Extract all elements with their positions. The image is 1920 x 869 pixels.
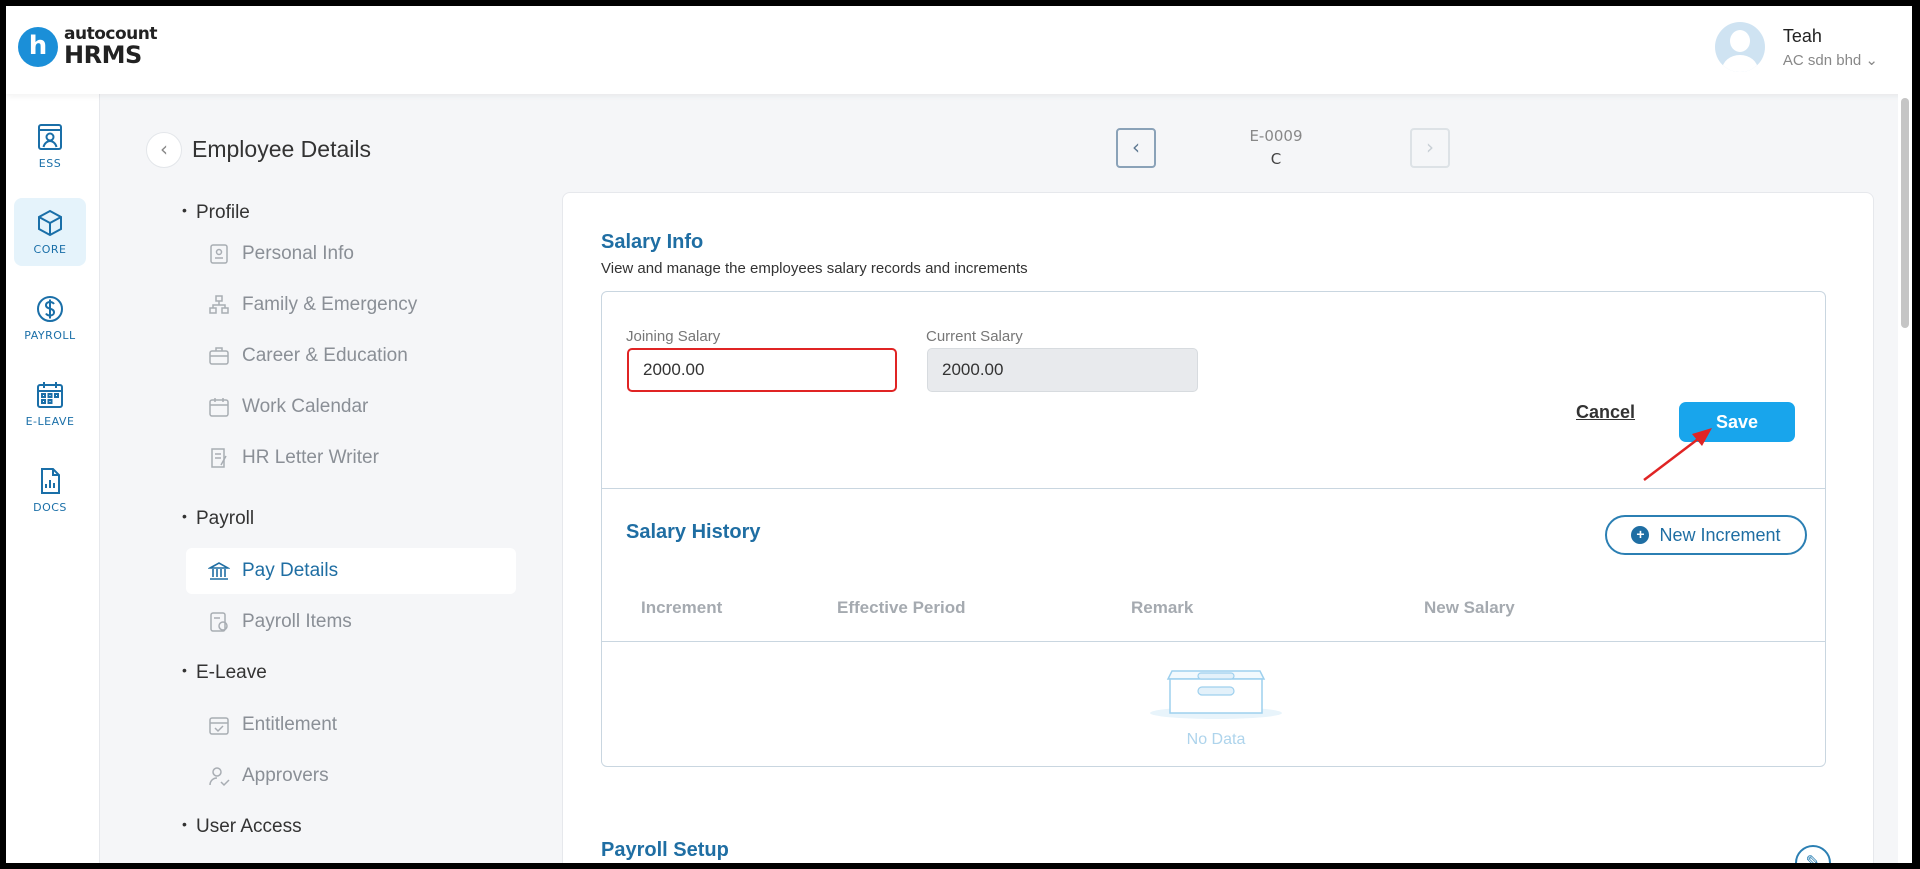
- chevron-left-icon: ‹: [1132, 135, 1140, 159]
- family-icon: [209, 295, 229, 314]
- current-salary-field: 2000.00: [927, 348, 1198, 392]
- calendar-check-icon: [209, 717, 229, 735]
- menu-section-profile: Profile: [182, 202, 250, 224]
- rail-item-ess[interactable]: ESS: [14, 112, 86, 180]
- salary-card: Salary Info View and manage the employee…: [562, 192, 1874, 863]
- chevron-left-icon: ‹: [160, 137, 168, 161]
- pencil-icon: ✎: [1805, 852, 1821, 863]
- menu-item-entitlement[interactable]: Entitlement: [186, 702, 516, 748]
- rail-item-docs[interactable]: DOCS: [14, 456, 86, 524]
- menu-item-family-emergency[interactable]: Family & Emergency: [186, 282, 516, 328]
- scrollbar-thumb[interactable]: [1901, 98, 1909, 328]
- joining-salary-label: Joining Salary: [626, 328, 721, 345]
- menu-item-label: Pay Details: [242, 560, 339, 581]
- payroll-setup-title: Payroll Setup: [601, 839, 729, 861]
- employee-code: E-0009: [1249, 127, 1303, 145]
- avatar[interactable]: [1714, 22, 1765, 72]
- menu-item-pay-details[interactable]: Pay Details: [186, 548, 516, 594]
- company-dropdown[interactable]: AC sdn bhd ⌄: [1783, 51, 1878, 69]
- rail-label: PAYROLL: [24, 329, 76, 342]
- menu-item-payroll-items[interactable]: Payroll Items: [186, 599, 516, 645]
- salary-info-title: Salary Info: [601, 231, 704, 253]
- payroll-icon: [37, 296, 63, 322]
- logo-mark: h: [18, 26, 58, 67]
- edit-payroll-setup-button[interactable]: ✎: [1795, 845, 1831, 863]
- empty-box-icon: [1150, 670, 1282, 719]
- empty-state: No Data: [1146, 661, 1286, 749]
- calendar-icon: [209, 398, 229, 417]
- scrollbar[interactable]: [1898, 6, 1912, 863]
- salary-history-title: Salary History: [626, 521, 761, 543]
- current-salary-label: Current Salary: [926, 328, 1023, 345]
- rail-item-core[interactable]: CORE: [14, 198, 86, 266]
- logo-text: autocount HRMS: [64, 26, 157, 69]
- briefcase-icon: [209, 347, 229, 365]
- menu-section-e-leave: E-Leave: [182, 662, 267, 684]
- menu-item-work-calendar[interactable]: Work Calendar: [186, 384, 516, 430]
- bank-icon: [208, 562, 230, 580]
- user-name: Teah: [1782, 25, 1822, 46]
- joining-salary-input[interactable]: 2000.00: [627, 348, 897, 392]
- rail-label: ESS: [38, 157, 62, 170]
- prev-employee-button[interactable]: ‹: [1116, 128, 1156, 168]
- calendar-icon: [37, 382, 63, 408]
- column-header-increment[interactable]: Increment: [641, 598, 722, 618]
- ess-icon: [38, 124, 62, 150]
- divider: [602, 488, 1825, 489]
- module-rail: ESS CORE PAYROLL E-LEAVE DOCS: [6, 94, 100, 863]
- menu-item-career-education[interactable]: Career & Education: [186, 333, 516, 379]
- logo[interactable]: h autocount HRMS: [18, 26, 157, 67]
- table-header-divider: [602, 641, 1825, 642]
- menu-item-label: Family & Emergency: [242, 294, 418, 315]
- docs-icon: [41, 468, 60, 494]
- user-check-icon: [209, 767, 230, 787]
- menu-item-personal-info[interactable]: Personal Info: [186, 231, 516, 277]
- id-card-icon: [210, 244, 228, 264]
- letter-icon: [211, 448, 227, 468]
- app-frame: h autocount HRMS Teah AC sdn bhd ⌄ ESS C…: [6, 6, 1912, 863]
- top-header: h autocount HRMS Teah AC sdn bhd ⌄: [6, 6, 1912, 94]
- salary-info-subtitle: View and manage the employees salary rec…: [601, 260, 1028, 277]
- salary-panel: Joining Salary 2000.00 Current Salary 20…: [601, 291, 1826, 767]
- page-title: Employee Details: [192, 136, 371, 162]
- logo-bottom-text: HRMS: [64, 41, 142, 69]
- user-info[interactable]: Teah AC sdn bhd ⌄: [1783, 26, 1878, 69]
- next-employee-button[interactable]: ›: [1410, 128, 1450, 168]
- rail-item-payroll[interactable]: PAYROLL: [14, 284, 86, 352]
- rail-label: CORE: [33, 243, 67, 256]
- menu-item-label: Entitlement: [242, 714, 338, 735]
- cancel-button[interactable]: Cancel: [1576, 402, 1635, 423]
- no-data-text: No Data: [1186, 731, 1246, 748]
- menu-item-label: Personal Info: [242, 243, 354, 264]
- plus-circle-icon: +: [1631, 526, 1650, 544]
- user-menu[interactable]: Teah AC sdn bhd ⌄: [1714, 22, 1878, 72]
- employee-name: C: [1270, 150, 1282, 168]
- rail-label: DOCS: [33, 501, 67, 514]
- new-increment-label: New Increment: [1659, 524, 1781, 545]
- column-header-remark[interactable]: Remark: [1131, 598, 1193, 618]
- menu-section-payroll: Payroll: [182, 508, 254, 530]
- menu-item-label: Work Calendar: [242, 396, 369, 417]
- core-icon: [38, 209, 62, 237]
- payroll-items-icon: [210, 612, 228, 632]
- menu-section-user-access: User Access: [182, 816, 302, 838]
- menu-item-label: Payroll Items: [242, 611, 352, 632]
- chevron-right-icon: ›: [1426, 135, 1434, 159]
- rail-label: E-LEAVE: [25, 415, 75, 428]
- menu-item-label: Approvers: [242, 765, 329, 786]
- menu-item-label: HR Letter Writer: [242, 447, 379, 468]
- menu-item-approvers[interactable]: Approvers: [186, 753, 516, 799]
- menu-item-hr-letter-writer[interactable]: HR Letter Writer: [186, 435, 516, 481]
- annotation-arrow-icon: [1643, 428, 1712, 481]
- new-increment-button[interactable]: + New Increment: [1605, 515, 1807, 555]
- menu-item-label: Career & Education: [242, 345, 408, 366]
- rail-item-e-leave[interactable]: E-LEAVE: [14, 370, 86, 438]
- column-header-effective-period[interactable]: Effective Period: [837, 598, 966, 618]
- back-button[interactable]: ‹: [146, 132, 182, 168]
- column-header-new-salary[interactable]: New Salary: [1424, 598, 1515, 618]
